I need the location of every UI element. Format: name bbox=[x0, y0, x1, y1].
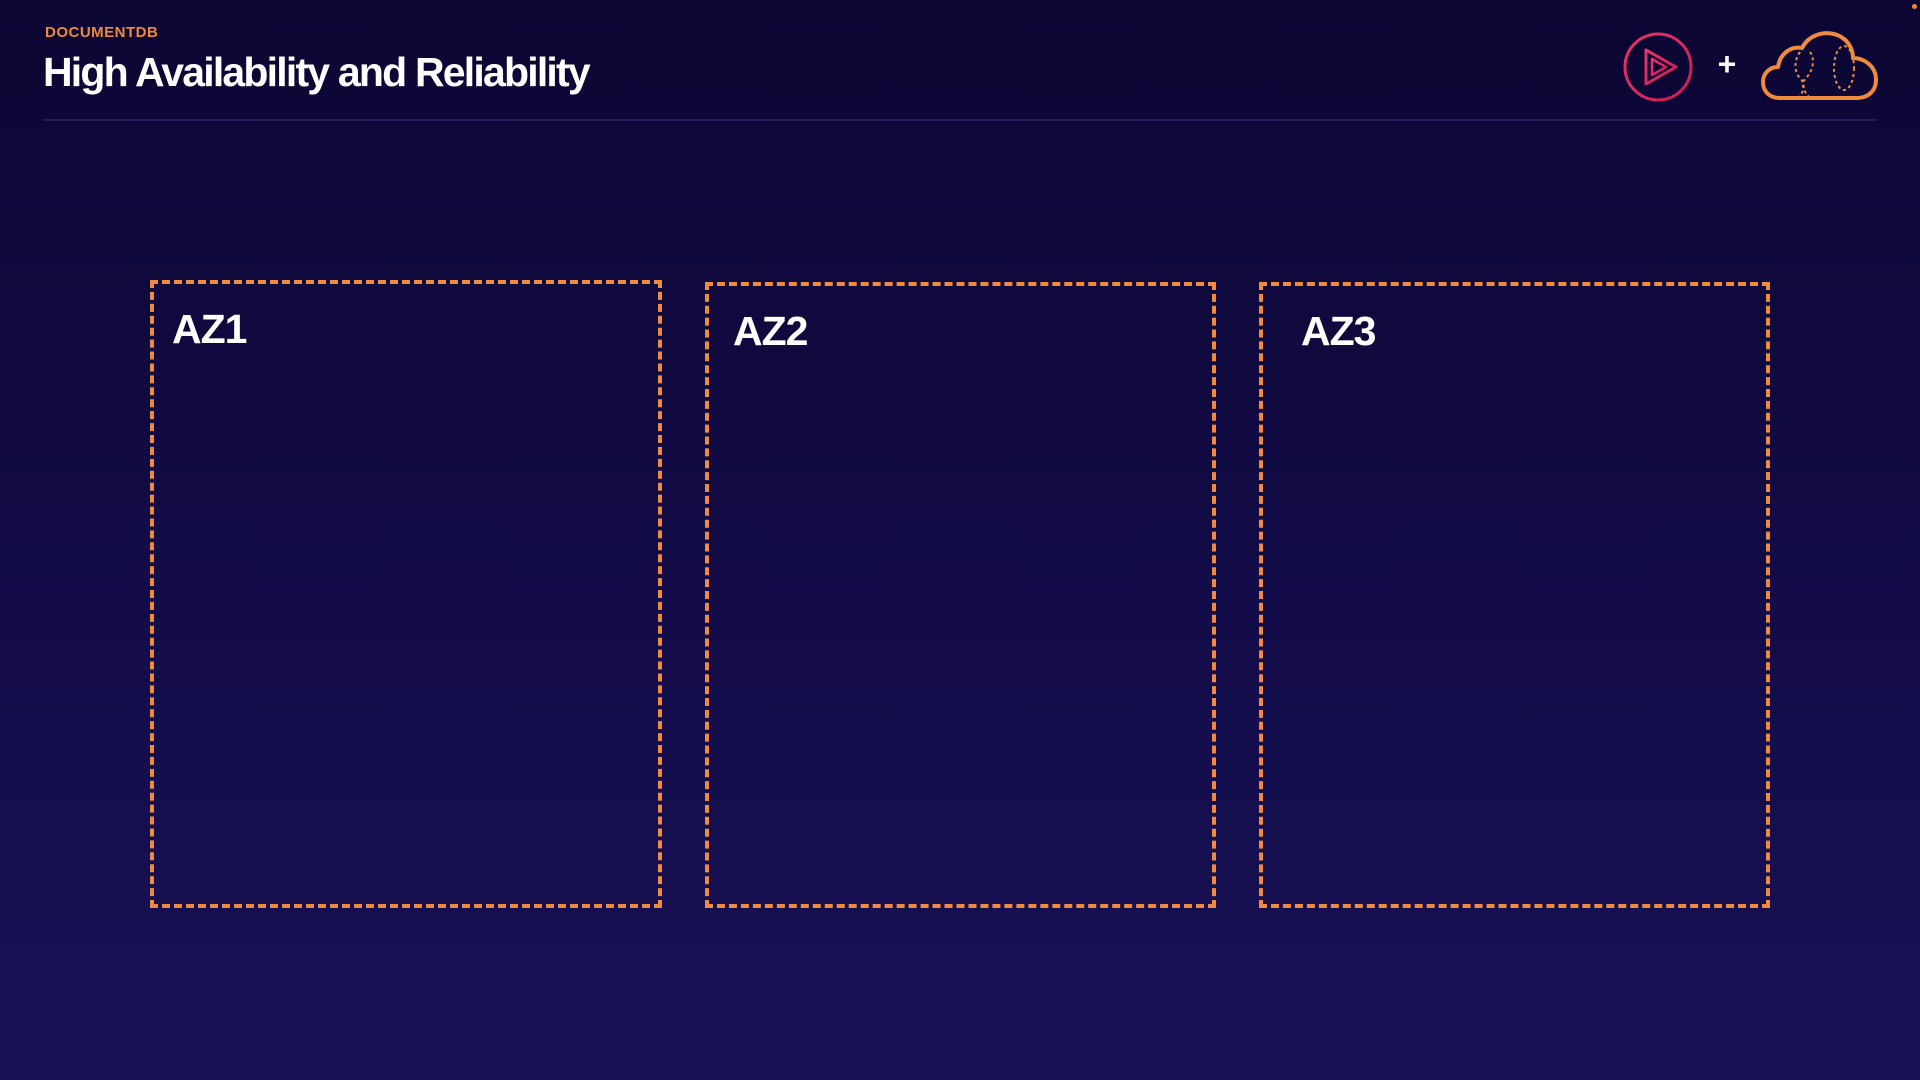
slide-title: High Availability and Reliability bbox=[43, 49, 591, 95]
availability-zone-3: AZ3 bbox=[1259, 282, 1770, 908]
play-logo-icon bbox=[1623, 32, 1693, 102]
slide-header: DOCUMENTDB High Availability and Reliabi… bbox=[43, 24, 591, 96]
corner-dot bbox=[1912, 4, 1917, 9]
section-eyebrow: DOCUMENTDB bbox=[45, 24, 159, 41]
availability-zone-1: AZ1 bbox=[150, 280, 662, 908]
zone-label: AZ1 bbox=[172, 306, 247, 352]
zone-label: AZ2 bbox=[733, 308, 808, 354]
plus-icon: + bbox=[1717, 46, 1737, 82]
zone-label: AZ3 bbox=[1301, 308, 1376, 354]
cloud-logo-icon bbox=[1761, 31, 1878, 100]
header-divider bbox=[43, 119, 1877, 121]
availability-zone-2: AZ2 bbox=[705, 282, 1216, 908]
